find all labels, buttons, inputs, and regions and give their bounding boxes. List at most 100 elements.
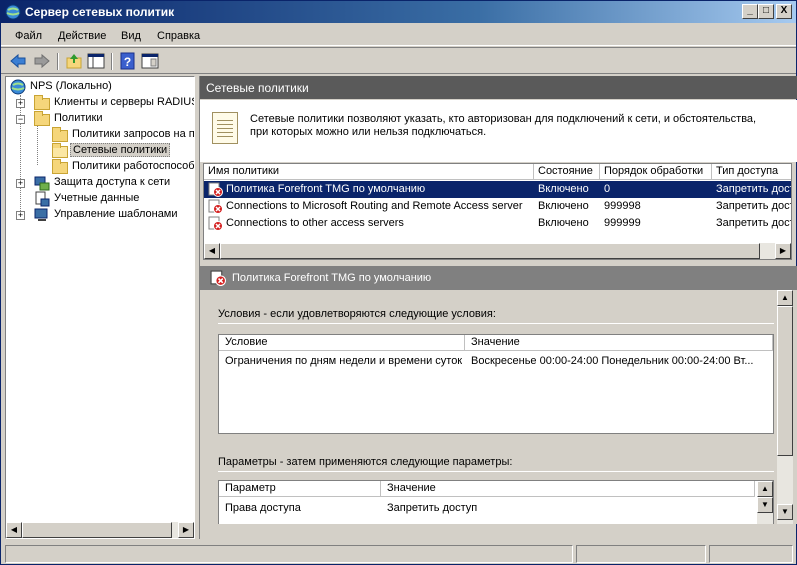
maximize-button[interactable]: □ [758, 4, 774, 19]
tree-horizontal-scrollbar[interactable]: ◀ ▶ [6, 522, 194, 538]
scroll-thumb[interactable] [220, 243, 760, 259]
tree-item-policies[interactable]: − Политики [8, 111, 193, 127]
column-header-value[interactable]: Значение [465, 335, 773, 351]
status-cell [5, 545, 573, 563]
status-cell [576, 545, 706, 563]
content-pane: Сетевые политики Сетевые политики позвол… [199, 76, 797, 539]
deny-policy-icon [210, 270, 226, 286]
toolbar-separator [57, 53, 59, 70]
toolbar: ? [1, 47, 796, 74]
tree-item-label: Политики [54, 112, 103, 124]
window-title: Сервер сетевых политик [25, 5, 175, 19]
nps-app-icon [5, 4, 21, 20]
tree-item-label: Учетные данные [54, 192, 140, 204]
show-hide-tree-icon[interactable] [87, 52, 105, 70]
section-divider [218, 323, 774, 324]
section-divider [218, 471, 774, 472]
minimize-button[interactable]: _ [742, 4, 758, 19]
expand-icon[interactable]: + [16, 99, 25, 108]
policy-row[interactable]: Connections to Microsoft Routing and Rem… [204, 198, 791, 215]
folder-icon [34, 111, 50, 126]
grid-header: Имя политики Состояние Порядок обработки… [204, 164, 791, 180]
scroll-up-button[interactable]: ▲ [777, 290, 793, 306]
policy-access: Запретить досту [716, 183, 792, 195]
conditions-title: Условия - если удовлетворяются следующие… [218, 308, 496, 320]
up-folder-icon[interactable] [65, 52, 83, 70]
scroll-thumb[interactable] [777, 306, 793, 456]
folder-icon [52, 159, 68, 174]
navigation-tree: NPS (Локально) + Клиенты и серверы RADIU… [5, 76, 195, 539]
deny-policy-icon [208, 216, 223, 231]
tree-item-template-management[interactable]: + Управление шаблонами [8, 207, 193, 223]
condition-name: Ограничения по дням недели и времени сут… [225, 355, 463, 367]
scroll-right-button[interactable]: ▶ [178, 522, 194, 538]
menu-action[interactable]: Действие [58, 30, 106, 42]
param-name: Права доступа [225, 502, 301, 514]
column-header-condition[interactable]: Условие [219, 335, 465, 351]
detail-vertical-scrollbar[interactable]: ▲ ▼ [777, 290, 793, 524]
content-header: Сетевые политики [200, 76, 797, 99]
info-text: Сетевые политики позволяют указать, кто … [250, 113, 790, 139]
nap-icon [34, 176, 50, 191]
tree-item-accounting[interactable]: Учетные данные [8, 191, 193, 207]
properties-icon[interactable] [141, 52, 159, 70]
status-bar [1, 544, 796, 564]
params-grid: Параметр Значение Права доступа Запретит… [218, 480, 774, 524]
scroll-thumb[interactable] [22, 522, 172, 538]
deny-policy-icon [208, 182, 223, 197]
params-vertical-scrollbar[interactable]: ▲ ▼ [757, 481, 773, 524]
collapse-icon[interactable]: − [16, 115, 25, 124]
tree-item-radius-clients[interactable]: + Клиенты и серверы RADIUS [8, 95, 194, 111]
menu-view[interactable]: Вид [121, 30, 141, 42]
column-header-access[interactable]: Тип доступа [712, 164, 791, 180]
column-header-parameter[interactable]: Параметр [219, 481, 381, 497]
policy-access: Запретить досту [716, 217, 792, 229]
policies-grid: Имя политики Состояние Порядок обработки… [203, 163, 792, 260]
tree-item-network-access-protection[interactable]: + Защита доступа к сети [8, 175, 193, 191]
nps-server-icon [10, 79, 26, 95]
tree-item-label: Управление шаблонами [54, 208, 178, 220]
policy-state: Включено [538, 217, 589, 229]
forward-arrow-icon[interactable] [33, 52, 51, 70]
tree-item-connection-request-policies[interactable]: Политики запросов на по [8, 127, 195, 143]
tree-item-network-policies[interactable]: Сетевые политики [8, 143, 193, 159]
folder-icon [52, 127, 68, 142]
document-icon [212, 112, 238, 144]
menu-file[interactable]: Файл [15, 30, 42, 42]
scroll-left-button[interactable]: ◀ [6, 522, 22, 538]
detail-header: Политика Forefront TMG по умолчанию [200, 266, 797, 290]
policy-order: 0 [604, 183, 611, 195]
policy-state: Включено [538, 200, 589, 212]
tree-item-health-policies[interactable]: Политики работоспособн [8, 159, 194, 175]
close-button[interactable]: X [776, 4, 792, 19]
back-arrow-icon[interactable] [9, 52, 27, 70]
expand-icon[interactable]: + [16, 211, 25, 220]
scroll-down-button[interactable]: ▼ [757, 497, 773, 513]
menu-help[interactable]: Справка [157, 30, 200, 42]
info-panel: Сетевые политики позволяют указать, кто … [200, 100, 797, 162]
detail-body: Условия - если удовлетворяются следующие… [200, 290, 797, 524]
grid-horizontal-scrollbar[interactable]: ◀ ▶ [204, 243, 791, 259]
column-header-value[interactable]: Значение [381, 481, 755, 497]
policy-name: Connections to Microsoft Routing and Rem… [226, 200, 523, 212]
tree-item-nps-root[interactable]: NPS (Локально) [8, 79, 193, 95]
help-icon[interactable]: ? [119, 52, 137, 70]
svg-text:?: ? [124, 55, 131, 69]
scroll-up-button[interactable]: ▲ [757, 481, 773, 497]
content-title: Сетевые политики [206, 81, 309, 95]
title-bar[interactable]: Сервер сетевых политик _ □ X [1, 1, 796, 23]
scroll-right-button[interactable]: ▶ [775, 243, 791, 259]
tree-item-label: Политики запросов на по [72, 128, 195, 140]
expand-icon[interactable]: + [16, 179, 25, 188]
scroll-left-button[interactable]: ◀ [204, 243, 220, 259]
column-header-state[interactable]: Состояние [534, 164, 600, 180]
policy-state: Включено [538, 183, 589, 195]
scroll-down-button[interactable]: ▼ [777, 504, 793, 520]
column-header-name[interactable]: Имя политики [204, 164, 534, 180]
info-line-1: Сетевые политики позволяют указать, кто … [250, 113, 757, 125]
tree-item-label: NPS (Локально) [30, 80, 112, 92]
policy-row[interactable]: Connections to other access servers Вклю… [204, 215, 792, 232]
status-cell [709, 545, 793, 563]
column-header-order[interactable]: Порядок обработки [600, 164, 712, 180]
policy-row[interactable]: Политика Forefront TMG по умолчанию Вклю… [204, 181, 792, 198]
